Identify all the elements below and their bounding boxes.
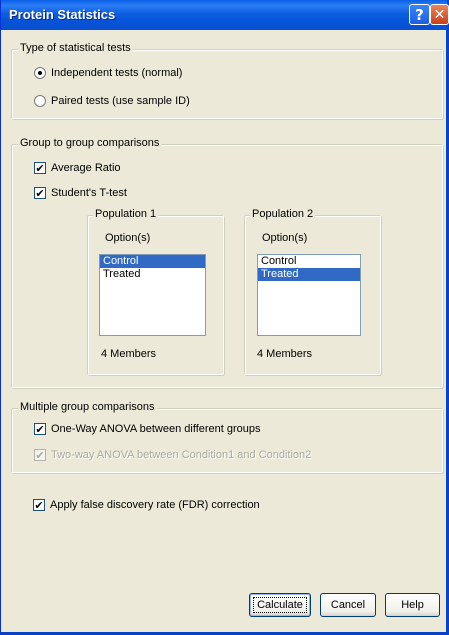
fdr-checkbox[interactable]: ✔ Apply false discovery rate (FDR) corre… <box>33 499 260 511</box>
list-item[interactable]: Treated <box>258 268 360 281</box>
t-test-label: Student's T-test <box>51 187 127 199</box>
population2-legend: Population 2 <box>250 208 316 220</box>
population1-legend: Population 1 <box>93 208 159 220</box>
two-way-anova-checkbox: ✔ Two-way ANOVA between Condition1 and C… <box>34 449 311 461</box>
one-way-anova-label: One-Way ANOVA between different groups <box>51 423 261 435</box>
one-way-anova-checkbox[interactable]: ✔ One-Way ANOVA between different groups <box>34 423 261 435</box>
title-help-button[interactable]: ? <box>409 4 430 25</box>
paired-tests-label: Paired tests (use sample ID) <box>51 95 190 107</box>
fdr-label: Apply false discovery rate (FDR) correct… <box>50 499 260 511</box>
multiple-group-legend: Multiple group comparisons <box>18 401 157 413</box>
population2-listbox[interactable]: Control Treated <box>257 254 361 336</box>
two-way-anova-label: Two-way ANOVA between Condition1 and Con… <box>51 449 312 461</box>
help-button[interactable]: Help <box>385 593 440 617</box>
group-to-group-legend: Group to group comparisons <box>18 137 162 149</box>
population1-group: Population 1 Option(s) Control Treated 4… <box>87 208 224 375</box>
checkbox-indicator[interactable]: ✔ <box>33 499 45 511</box>
cancel-button[interactable]: Cancel <box>320 593 376 617</box>
window-title: Protein Statistics <box>9 7 116 22</box>
population2-group: Population 2 Option(s) Control Treated 4… <box>244 208 381 375</box>
independent-tests-radio[interactable]: Independent tests (normal) <box>34 67 182 79</box>
population1-options-label: Option(s) <box>105 232 151 244</box>
checkbox-indicator: ✔ <box>34 448 46 462</box>
multiple-group-group: Multiple group comparisons ✔ One-Way ANO… <box>11 401 443 473</box>
test-type-group: Type of statistical tests Independent te… <box>11 42 443 119</box>
population2-members: 4 Members <box>257 348 313 360</box>
question-mark-icon: ? <box>415 5 424 24</box>
average-ratio-checkbox[interactable]: ✔ Average Ratio <box>34 162 121 174</box>
population1-listbox[interactable]: Control Treated <box>99 254 206 336</box>
list-item[interactable]: Control <box>258 255 360 268</box>
cancel-button-label: Cancel <box>330 599 366 611</box>
title-bar[interactable]: Protein Statistics ? ✕ <box>1 0 449 30</box>
population2-options-label: Option(s) <box>262 232 308 244</box>
help-button-label: Help <box>401 599 424 611</box>
calculate-button-label: Calculate <box>253 597 307 613</box>
population1-members: 4 Members <box>101 348 157 360</box>
title-close-button[interactable]: ✕ <box>430 4 449 25</box>
paired-tests-radio[interactable]: Paired tests (use sample ID) <box>34 95 190 107</box>
group-to-group-group: Group to group comparisons ✔ Average Rat… <box>11 137 443 388</box>
radio-indicator[interactable] <box>34 67 46 79</box>
close-icon: ✕ <box>433 6 446 23</box>
test-type-legend: Type of statistical tests <box>18 42 133 54</box>
checkbox-indicator[interactable]: ✔ <box>34 162 46 174</box>
checkbox-indicator[interactable]: ✔ <box>34 187 46 199</box>
list-item[interactable]: Control <box>100 255 205 268</box>
radio-indicator[interactable] <box>34 95 46 107</box>
list-item[interactable]: Treated <box>100 268 205 281</box>
t-test-checkbox[interactable]: ✔ Student's T-test <box>34 187 127 199</box>
checkbox-indicator[interactable]: ✔ <box>34 423 46 435</box>
calculate-button[interactable]: Calculate <box>249 593 311 617</box>
average-ratio-label: Average Ratio <box>51 162 121 174</box>
independent-tests-label: Independent tests (normal) <box>51 67 183 79</box>
protein-statistics-dialog: Protein Statistics ? ✕ Type of statistic… <box>0 0 449 635</box>
